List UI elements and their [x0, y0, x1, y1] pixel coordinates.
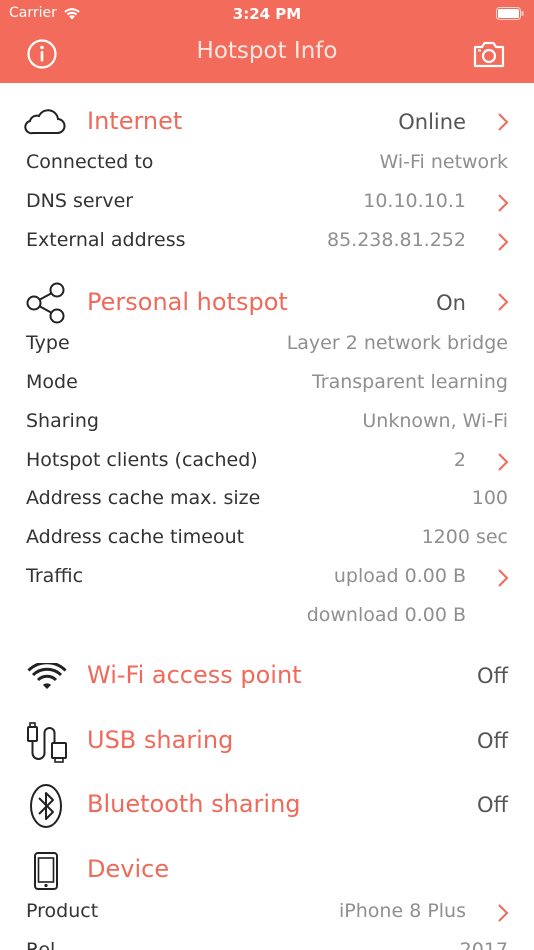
row-traffic-download: download 0.00 B — [0, 604, 534, 638]
row-label: Mode — [26, 371, 78, 393]
row-label: Sharing — [26, 410, 99, 432]
row-label: Rel — [26, 939, 56, 950]
row-label: DNS server — [26, 190, 134, 212]
internet-section-header[interactable]: Internet Online — [0, 99, 534, 149]
usb-section-header[interactable]: USB sharing Off — [0, 717, 534, 767]
row-label: Product — [26, 900, 99, 922]
hotspot-title: Personal hotspot — [87, 288, 288, 316]
row-external-address[interactable]: External address 85.238.81.252 — [0, 229, 534, 263]
chevron-right-icon — [496, 111, 510, 133]
row-value: Transparent learning — [311, 371, 508, 393]
row-value: download 0.00 B — [306, 604, 466, 626]
battery-icon — [496, 7, 524, 24]
wifi-status: Off — [477, 664, 508, 688]
info-list: Internet Online Connected to Wi-Fi netwo… — [0, 83, 534, 950]
row-label: Address cache max. size — [26, 487, 261, 509]
row-release: Rel 2017 — [0, 939, 534, 950]
cloud-icon — [24, 109, 66, 139]
bluetooth-section-header[interactable]: Bluetooth sharing Off — [0, 781, 534, 831]
row-cache-timeout: Address cache timeout 1200 sec — [0, 526, 534, 560]
row-hotspot-clients[interactable]: Hotspot clients (cached) 2 — [0, 449, 534, 483]
row-connected-to: Connected to Wi-Fi network — [0, 151, 534, 185]
hotspot-section-header[interactable]: Personal hotspot On — [0, 279, 534, 329]
camera-icon — [473, 41, 505, 68]
row-value: upload 0.00 B — [333, 565, 466, 587]
row-label: Traffic — [26, 565, 84, 587]
row-label: Address cache timeout — [26, 526, 245, 548]
usb-cable-icon — [26, 721, 68, 769]
page-title: Hotspot Info — [196, 38, 338, 64]
bluetooth-title: Bluetooth sharing — [87, 790, 301, 818]
row-value: Wi-Fi network — [379, 151, 508, 173]
row-cache-max-size: Address cache max. size 100 — [0, 487, 534, 521]
usb-title: USB sharing — [87, 726, 234, 754]
navigation-bar: Carrier 3:24 PM Hotspot Info — [0, 0, 534, 83]
row-label: Hotspot clients (cached) — [26, 449, 258, 471]
internet-status: Online — [398, 110, 466, 134]
device-section-header[interactable]: Device — [0, 846, 534, 896]
phone-icon — [33, 851, 59, 895]
camera-button[interactable] — [472, 39, 506, 69]
chevron-right-icon — [496, 291, 510, 313]
share-icon — [24, 281, 68, 329]
row-value: 10.10.10.1 — [363, 190, 466, 212]
chevron-right-icon — [496, 232, 510, 252]
row-value: Unknown, Wi-Fi — [362, 410, 508, 432]
wifi-icon — [27, 661, 67, 697]
row-type: Type Layer 2 network bridge — [0, 332, 534, 366]
status-bar: Carrier 3:24 PM — [0, 5, 534, 25]
chevron-right-icon — [496, 193, 510, 213]
row-value: Layer 2 network bridge — [286, 332, 508, 354]
row-label: External address — [26, 229, 186, 251]
row-value: 2017 — [459, 939, 508, 950]
device-title: Device — [87, 855, 170, 883]
row-value: iPhone 8 Plus — [339, 900, 466, 922]
row-mode: Mode Transparent learning — [0, 371, 534, 405]
row-traffic[interactable]: Traffic upload 0.00 B — [0, 565, 534, 599]
wifi-section-header[interactable]: Wi-Fi access point Off — [0, 653, 534, 703]
row-dns-server[interactable]: DNS server 10.10.10.1 — [0, 190, 534, 224]
internet-title: Internet — [87, 107, 183, 135]
status-time: 3:24 PM — [232, 5, 302, 23]
wifi-title: Wi-Fi access point — [87, 661, 302, 689]
row-label: Type — [26, 332, 70, 354]
row-value: 85.238.81.252 — [326, 229, 466, 251]
bluetooth-status: Off — [477, 793, 508, 817]
chevron-right-icon — [496, 903, 510, 923]
chevron-right-icon — [496, 452, 510, 472]
hotspot-status: On — [436, 291, 466, 315]
row-value: 1200 sec — [421, 526, 508, 548]
row-product[interactable]: Product iPhone 8 Plus — [0, 900, 534, 934]
row-sharing: Sharing Unknown, Wi-Fi — [0, 410, 534, 444]
usb-status: Off — [477, 729, 508, 753]
chevron-right-icon — [496, 568, 510, 588]
row-value: 100 — [471, 487, 508, 509]
row-value: 2 — [453, 449, 466, 471]
row-label: Connected to — [26, 151, 154, 173]
bluetooth-icon — [28, 783, 64, 833]
